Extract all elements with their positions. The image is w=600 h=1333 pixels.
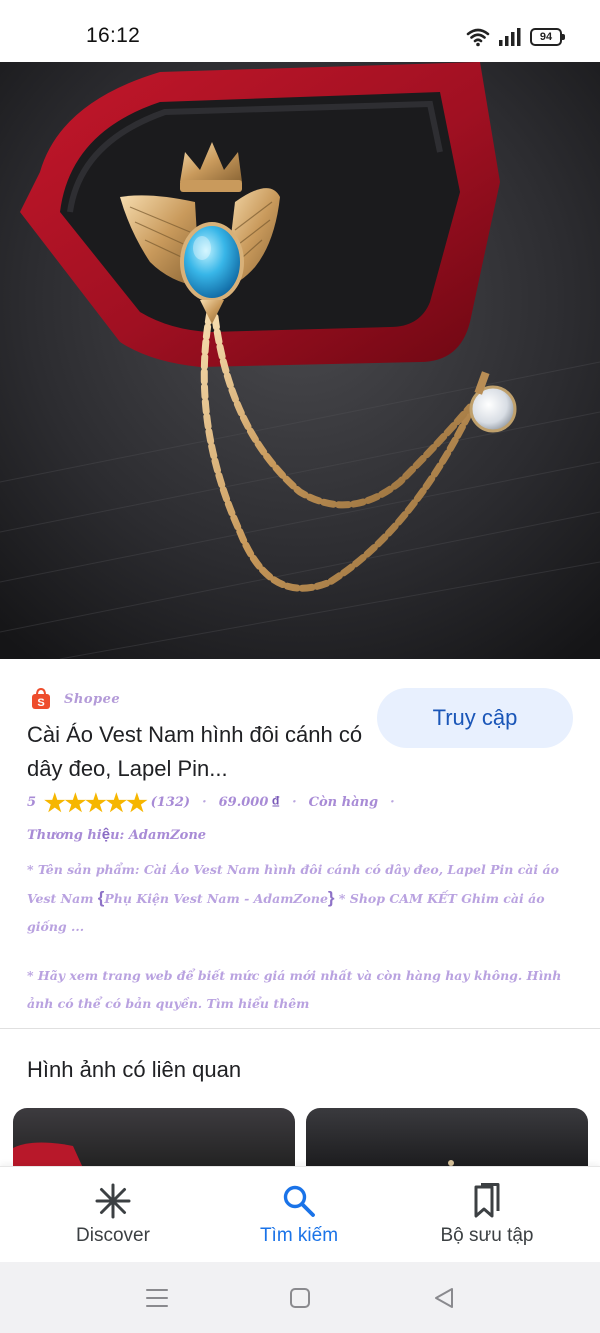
separator-dot: · [202, 795, 207, 810]
nav-label: Bộ sưu tập [440, 1225, 534, 1246]
wifi-icon [466, 28, 490, 47]
product-description: * Tên sản phẩm: Cài Áo Vest Nam hình đôi… [27, 856, 577, 941]
nav-collections[interactable]: Bộ sưu tập [387, 1167, 587, 1263]
divider [0, 1028, 600, 1029]
nav-search[interactable]: Tìm kiếm [199, 1167, 399, 1263]
status-bar: 16:12 94 [0, 0, 600, 62]
home-icon[interactable] [286, 1284, 314, 1312]
brand-accent: ệ [101, 826, 111, 843]
currency-symbol: ₫ [271, 792, 281, 812]
rating-value: 5 [27, 795, 37, 810]
product-card: S Shopee Truy cập Cài Áo Vest Nam hình đ… [0, 660, 600, 1028]
brace-close: } [327, 888, 335, 907]
source-row[interactable]: S Shopee [30, 688, 120, 710]
brooch-photo [0, 62, 600, 659]
stock-status: Còn hàng [308, 795, 379, 810]
copyright-notice[interactable]: * Hãy xem trang web để biết mức giá mới … [27, 962, 577, 1018]
brand-suffix: u: AdamZone [110, 828, 207, 843]
bottom-nav: Discover Tìm kiếm Bộ sưu tập [0, 1166, 600, 1262]
asterisk-icon [95, 1183, 131, 1219]
battery-icon: 94 [530, 28, 565, 46]
product-image[interactable] [0, 62, 600, 659]
nav-discover[interactable]: Discover [13, 1167, 213, 1263]
related-images-title: Hình ảnh có liên quan [27, 1057, 242, 1082]
related-image-thumbnail [13, 1142, 83, 1168]
back-icon[interactable] [430, 1284, 458, 1312]
separator-dot: · [292, 795, 297, 810]
menu-icon[interactable] [143, 1284, 171, 1312]
svg-text:S: S [37, 697, 44, 709]
review-count: (132) [150, 795, 191, 810]
price: 69.000 [218, 795, 269, 810]
product-title[interactable]: Cài Áo Vest Nam hình đôi cánh có dây đeo… [27, 718, 367, 786]
signal-icon [499, 28, 521, 46]
rating-row: 5 ★★★★★ (132) · 69.000 ₫ · Còn hàng · [27, 788, 407, 817]
nav-label: Tìm kiếm [259, 1225, 339, 1246]
related-image-card[interactable] [13, 1108, 295, 1168]
collections-icon [470, 1183, 504, 1219]
related-image-thumbnail [448, 1160, 454, 1166]
brand-prefix: Thương hi [27, 828, 102, 843]
search-icon [282, 1183, 316, 1219]
description-part-2: Phụ Kiện Vest Nam - AdamZone [104, 891, 328, 906]
nav-label: Discover [76, 1225, 150, 1246]
star-rating-icon: ★★★★★ [44, 788, 148, 817]
shopee-logo-icon: S [32, 688, 50, 709]
visit-button[interactable]: Truy cập [377, 688, 573, 748]
battery-level: 94 [539, 31, 553, 43]
brand-row: Thương hiệu: AdamZone [27, 826, 206, 843]
source-name: Shopee [64, 691, 121, 707]
status-time: 16:12 [86, 24, 141, 47]
separator-dot: · [390, 795, 395, 810]
system-nav-bar [0, 1262, 600, 1333]
status-icons: 94 [466, 25, 565, 49]
related-image-card[interactable] [306, 1108, 588, 1168]
